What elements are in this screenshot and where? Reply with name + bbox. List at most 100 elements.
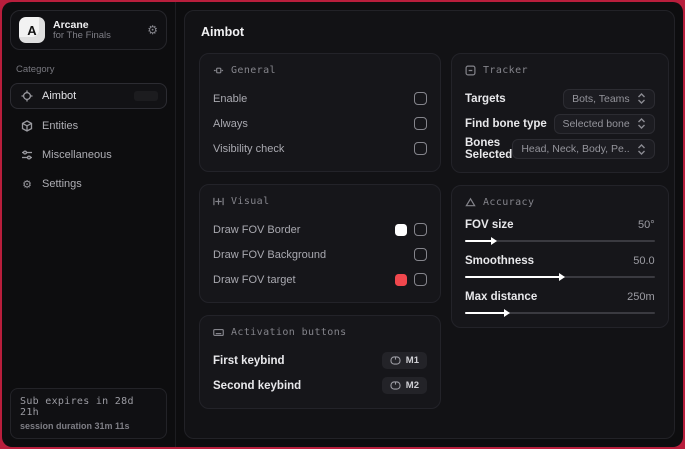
visual-card: Visual Draw FOV Border Draw FOV Backgrou… (199, 184, 441, 303)
fov-target-color-swatch[interactable] (395, 273, 407, 286)
bones-selected-value: Head, Neck, Body, Pe.. (521, 143, 630, 155)
activation-row-first: First keybind M1 (213, 349, 427, 372)
max-distance-block: Max distance 250m (465, 291, 655, 314)
sidebar-item-label: Aimbot (42, 90, 77, 102)
left-column: General Enable Always Visibility check V… (199, 53, 441, 421)
mouse-icon (390, 381, 401, 390)
row-label: Second keybind (213, 379, 302, 392)
sidebar: A Arcane for The Finals ⚙ Category Aimbo… (2, 2, 176, 447)
row-label: Enable (213, 92, 248, 105)
smoothness-slider[interactable] (465, 276, 655, 278)
tracker-card: Tracker Targets Bots, Teams Find bone ty… (451, 53, 669, 173)
subscription-status-card: Sub expires in 28d 21h session duration … (10, 388, 167, 439)
right-column: Tracker Targets Bots, Teams Find bone ty… (451, 53, 669, 340)
sidebar-item-miscellaneous[interactable]: Miscellaneous (10, 143, 167, 167)
accuracy-icon (465, 197, 476, 207)
always-checkbox[interactable] (414, 117, 427, 130)
general-card: General Enable Always Visibility check (199, 53, 441, 172)
visual-row-fov-background: Draw FOV Background (213, 243, 427, 266)
first-keybind-value: M1 (405, 355, 419, 366)
general-row-visibility: Visibility check (213, 137, 427, 160)
visual-row-fov-border: Draw FOV Border (213, 218, 427, 241)
fov-border-checkbox[interactable] (414, 223, 427, 236)
row-label: Bones Selected (465, 137, 513, 161)
mouse-icon (390, 356, 401, 365)
general-card-title: General (231, 65, 276, 76)
chevrons-up-down-icon (637, 93, 645, 104)
sidebar-item-label: Miscellaneous (42, 149, 112, 161)
row-label: FOV size (465, 219, 514, 231)
enable-checkbox[interactable] (414, 92, 427, 105)
row-label: Always (213, 117, 248, 130)
second-keybind-value: M2 (405, 380, 419, 391)
second-keybind-button[interactable]: M2 (381, 377, 427, 394)
smoothness-block: Smoothness 50.0 (465, 255, 655, 278)
brand-name: Arcane (53, 18, 89, 31)
chevrons-up-down-icon (637, 143, 645, 155)
sidebar-item-settings[interactable]: ⚙ Settings (10, 172, 167, 196)
visual-row-fov-target: Draw FOV target (213, 268, 427, 291)
row-label: Targets (465, 92, 506, 105)
visual-card-title: Visual (231, 196, 270, 207)
visual-icon (213, 197, 224, 206)
settings-gear-icon[interactable]: ⚙ (147, 23, 158, 37)
brand-subtitle: for The Finals (53, 29, 111, 41)
general-icon (213, 67, 224, 74)
chevrons-up-down-icon (637, 118, 645, 129)
accuracy-card: Accuracy FOV size 50° Smoothness 50.0 Ma… (451, 185, 669, 328)
row-label: Smoothness (465, 255, 535, 267)
row-label: Max distance (465, 291, 538, 303)
cube-icon (21, 120, 33, 132)
slider-fill (465, 276, 560, 278)
sidebar-item-label: Entities (42, 120, 79, 132)
sidebar-item-entities[interactable]: Entities (10, 114, 167, 138)
row-label: Find bone type (465, 117, 547, 130)
main-panel: Aimbot General Enable Always Visibility … (184, 10, 675, 439)
fov-size-block: FOV size 50° (465, 219, 655, 242)
targets-value: Bots, Teams (572, 92, 630, 105)
sidebar-item-aimbot[interactable]: Aimbot (10, 83, 167, 109)
fov-background-checkbox[interactable] (414, 248, 427, 261)
row-label: Draw FOV Background (213, 248, 327, 261)
general-row-always: Always (213, 112, 427, 135)
aimbot-keybind-hint (134, 91, 158, 101)
find-bone-type-dropdown[interactable]: Selected bone (553, 113, 655, 134)
brand-text: Arcane for The Finals (53, 19, 139, 42)
tracker-row-targets: Targets Bots, Teams (465, 87, 655, 110)
targets-dropdown[interactable]: Bots, Teams (563, 88, 655, 109)
row-label: First keybind (213, 354, 285, 367)
max-distance-slider[interactable] (465, 312, 655, 314)
smoothness-value: 50.0 (633, 255, 655, 267)
fov-border-color-swatch[interactable] (395, 223, 407, 236)
crosshair-icon (21, 90, 33, 102)
category-label: Category (16, 64, 55, 75)
tracker-row-bone-type: Find bone type Selected bone (465, 112, 655, 135)
tracker-row-bones-selected: Bones Selected Head, Neck, Body, Pe.. (465, 137, 655, 161)
sliders-icon (21, 149, 33, 161)
page-title: Aimbot (201, 25, 245, 39)
row-label: Draw FOV Border (213, 223, 301, 236)
activation-card-title: Activation buttons (231, 327, 347, 338)
bones-selected-dropdown[interactable]: Head, Neck, Body, Pe.. (512, 139, 655, 159)
activation-card: Activation buttons First keybind M1 Seco… (199, 315, 441, 409)
activation-row-second: Second keybind M2 (213, 374, 427, 397)
tracker-card-title: Tracker (483, 65, 528, 76)
fov-target-checkbox[interactable] (414, 273, 427, 286)
max-distance-value: 250m (627, 291, 655, 303)
slider-fill (465, 312, 505, 314)
accuracy-card-title: Accuracy (483, 197, 535, 208)
sidebar-item-label: Settings (42, 178, 82, 190)
fov-size-value: 50° (638, 219, 655, 231)
row-label: Visibility check (213, 142, 285, 155)
visibility-check-checkbox[interactable] (414, 142, 427, 155)
brand-card: A Arcane for The Finals ⚙ (10, 10, 167, 50)
sub-expiry-text: Sub expires in 28d 21h (20, 396, 134, 418)
keyboard-icon (213, 328, 224, 337)
session-duration-text: session duration 31m 11s (20, 421, 130, 431)
tracker-icon (465, 65, 476, 76)
slider-fill (465, 240, 492, 242)
fov-size-slider[interactable] (465, 240, 655, 242)
brand-logo: A (19, 17, 45, 43)
first-keybind-button[interactable]: M1 (381, 352, 427, 369)
